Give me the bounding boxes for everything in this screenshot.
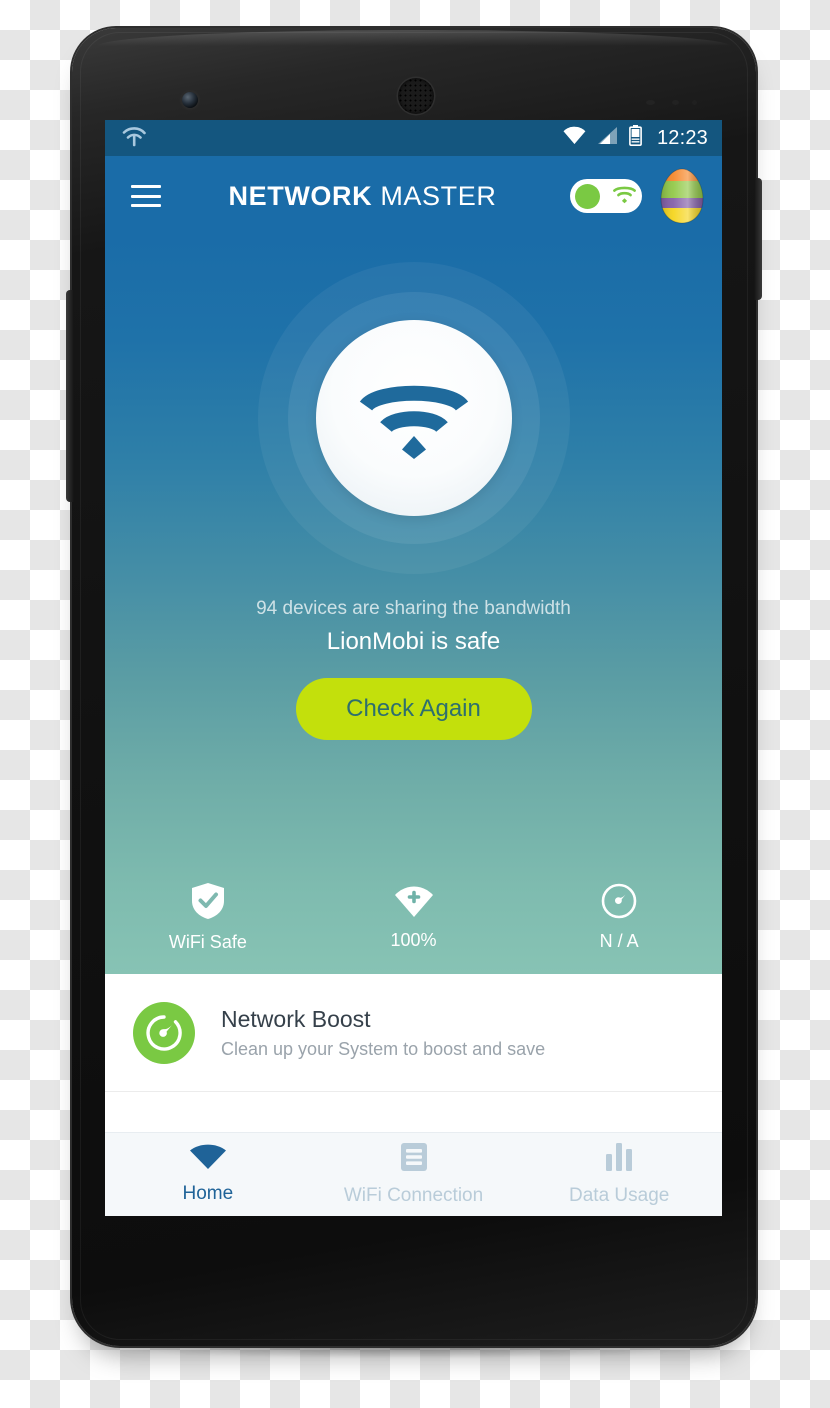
hero-section: 94 devices are sharing the bandwidth Lio… [105,236,722,974]
list-document-icon [400,1142,428,1177]
cellular-signal-icon [597,126,618,150]
proximity-sensor-icon [646,100,655,105]
phone-screen: 12:23 NETWORK MASTER 94 devices are shar… [105,120,722,1216]
network-boost-card[interactable]: Network Boost Clean up your System to bo… [105,974,722,1092]
speedometer-icon [601,883,637,924]
wifi-glyph-icon [359,385,468,459]
status-bar: 12:23 [105,120,722,156]
phone-top-bevel [98,30,730,46]
nav-item-data-usage[interactable]: Data Usage [516,1142,722,1207]
led-indicator-icon [692,100,697,105]
app-title-light: MASTER [372,180,497,211]
hero-title: LionMobi is safe [326,628,501,655]
bar-chart-icon [604,1142,634,1177]
nav-item-home[interactable]: Home [105,1144,311,1205]
check-again-button[interactable]: Check Again [295,678,532,740]
nav-label: Home [182,1183,234,1204]
status-bar-left [121,125,563,152]
wifi-signal-icon [563,126,586,150]
power-button[interactable] [754,178,762,300]
nav-item-wifi-connection[interactable]: WiFi Connection [311,1142,517,1207]
nav-label: Data Usage [569,1185,670,1206]
nav-label: WiFi Connection [343,1185,484,1206]
wifi-home-icon [189,1144,227,1175]
phone-device-frame: 12:23 NETWORK MASTER 94 devices are shar… [66,28,762,1346]
stat-label: 100% [390,929,437,950]
wifi-toggle-switch[interactable] [570,179,642,213]
light-sensor-icon [672,100,679,105]
status-bar-clock: 12:23 [656,126,708,149]
app-title-bold: NETWORK [228,180,373,211]
stat-label: N / A [599,930,639,951]
stats-row: WiFi Safe 100% N / A [105,866,722,974]
app-bar: NETWORK MASTER [105,156,722,236]
avatar[interactable] [658,168,706,224]
network-boost-title: Network Boost [221,1005,371,1032]
volume-rocker-button[interactable] [66,290,74,502]
earpiece-speaker-icon [398,78,434,114]
stat-wifi-safe[interactable]: WiFi Safe [105,882,311,953]
front-camera-icon [182,92,198,108]
wifi-scan-icon[interactable] [257,262,570,574]
screenshot-canvas: 12:23 NETWORK MASTER 94 devices are shar… [0,0,830,1408]
wifi-notification-icon [121,125,147,152]
wifi-plus-icon [394,884,434,923]
status-bar-right: 12:23 [563,125,708,151]
stat-speed[interactable]: N / A [516,883,722,952]
stat-signal-percent[interactable]: 100% [311,884,517,951]
battery-icon [629,125,642,151]
hero-subtitle: 94 devices are sharing the bandwidth [256,598,571,619]
page-title: NETWORK MASTER [155,181,570,212]
stat-label: WiFi Safe [168,931,247,952]
shield-check-icon [191,882,225,925]
network-boost-text: Network Boost Clean up your System to bo… [221,1006,545,1060]
network-boost-subtitle: Clean up your System to boost and save [221,1038,546,1059]
card-spacer [105,1092,722,1132]
boost-speed-icon [133,1001,195,1064]
bottom-navigation-bar: Home WiFi Connection Data Usage [105,1132,722,1216]
wifi-icon [612,184,637,209]
toggle-knob [575,183,600,209]
